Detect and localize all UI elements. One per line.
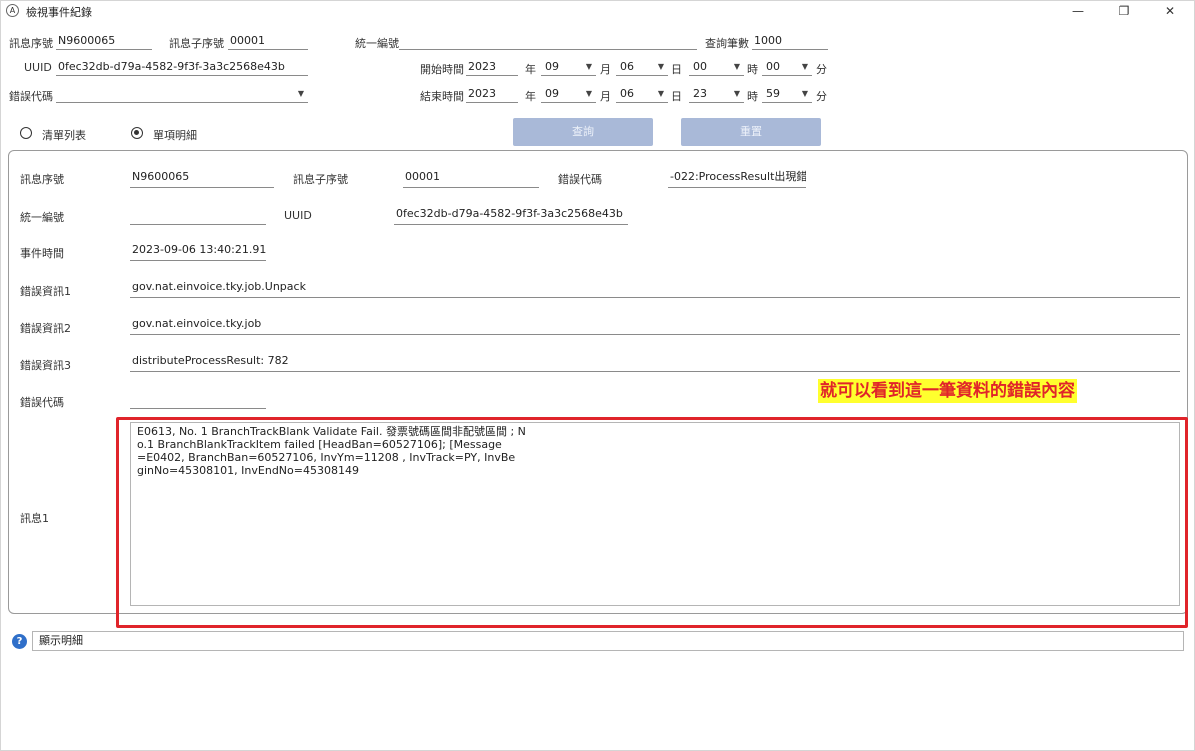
- reset-button[interactable]: 重置: [681, 118, 821, 146]
- chevron-down-icon: ▼: [733, 89, 740, 98]
- end-day-select[interactable]: 06 ▼: [616, 85, 668, 103]
- chevron-down-icon: ▼: [657, 62, 664, 71]
- search-msg-no-field[interactable]: N9600065: [56, 32, 152, 50]
- search-count-label: 查詢筆數: [705, 37, 749, 50]
- start-hour-value: 00: [693, 60, 707, 73]
- chevron-down-icon: ▼: [297, 89, 304, 98]
- detail-uuid-field[interactable]: 0fec32db-d79a-4582-9f3f-3a3c2568e43b: [394, 203, 628, 225]
- detail-event-time-label: 事件時間: [20, 247, 64, 260]
- search-tax-id-label: 統一編號: [355, 37, 399, 50]
- detail-error-code-field[interactable]: -022:ProcessResult出現錯: [668, 166, 806, 188]
- end-minute-select[interactable]: 59 ▼: [762, 85, 812, 103]
- end-month-select[interactable]: 09 ▼: [541, 85, 596, 103]
- search-sub-no-label: 訊息子序號: [169, 37, 224, 50]
- search-uuid-field[interactable]: 0fec32db-d79a-4582-9f3f-3a3c2568e43b: [56, 58, 308, 76]
- start-day-unit: 日: [671, 63, 682, 76]
- chevron-down-icon: ▼: [801, 62, 808, 71]
- end-day-unit: 日: [671, 90, 682, 103]
- chevron-down-icon: ▼: [657, 89, 664, 98]
- start-day-value: 06: [620, 60, 634, 73]
- search-sub-no-field[interactable]: 00001: [228, 32, 308, 50]
- annotation-highlight-box: [116, 417, 1188, 628]
- detail-sub-no-label: 訊息子序號: [293, 173, 348, 186]
- detail-event-time-field[interactable]: 2023-09-06 13:40:21.917: [130, 239, 266, 261]
- end-year-field[interactable]: 2023: [466, 85, 518, 103]
- detail-uuid-label: UUID: [284, 209, 312, 222]
- radio-detail-mode[interactable]: [131, 127, 143, 139]
- annotation-note: 就可以看到這一筆資料的錯誤內容: [818, 379, 1077, 403]
- chevron-down-icon: ▼: [733, 62, 740, 71]
- start-month-unit: 月: [600, 63, 611, 76]
- detail-err-info2-field[interactable]: gov.nat.einvoice.tky.job: [130, 313, 1180, 335]
- start-day-select[interactable]: 06 ▼: [616, 58, 668, 76]
- status-bar: 顯示明細: [32, 631, 1184, 651]
- detail-msg-no-label: 訊息序號: [20, 173, 64, 186]
- search-error-code-select[interactable]: ▼: [56, 85, 308, 103]
- help-icon[interactable]: ?: [12, 634, 27, 649]
- window-title: 檢視事件紀錄: [26, 6, 92, 19]
- start-month-select[interactable]: 09 ▼: [541, 58, 596, 76]
- detail-err-info3-field[interactable]: distributeProcessResult: 782: [130, 350, 1180, 372]
- start-month-value: 09: [545, 60, 559, 73]
- start-year-unit: 年: [525, 63, 536, 76]
- radio-list-mode[interactable]: [20, 127, 32, 139]
- title-bar: A 檢視事件紀錄 — ❐ ✕: [0, 0, 1195, 22]
- start-minute-unit: 分: [816, 63, 827, 76]
- detail-error-code2-label: 錯誤代碼: [20, 396, 64, 409]
- end-hour-unit: 時: [747, 90, 758, 103]
- detail-sub-no-field[interactable]: 00001: [403, 166, 539, 188]
- start-hour-unit: 時: [747, 63, 758, 76]
- detail-error-code-label: 錯誤代碼: [558, 173, 602, 186]
- detail-tax-id-label: 統一編號: [20, 211, 64, 224]
- search-msg-no-label: 訊息序號: [9, 37, 53, 50]
- app-icon: A: [6, 4, 19, 17]
- chevron-down-icon: ▼: [801, 89, 808, 98]
- end-year-unit: 年: [525, 90, 536, 103]
- end-minute-value: 59: [766, 87, 780, 100]
- detail-error-code2-field[interactable]: [130, 387, 266, 409]
- end-minute-unit: 分: [816, 90, 827, 103]
- restore-button[interactable]: ❐: [1101, 0, 1147, 22]
- search-error-code-label: 錯誤代碼: [9, 90, 53, 103]
- radio-detail-label: 單項明細: [153, 129, 197, 142]
- minimize-button[interactable]: —: [1055, 0, 1101, 22]
- query-button[interactable]: 查詢: [513, 118, 653, 146]
- start-time-label: 開始時間: [420, 63, 464, 76]
- search-count-field[interactable]: 1000: [752, 32, 828, 50]
- start-minute-value: 00: [766, 60, 780, 73]
- start-hour-select[interactable]: 00 ▼: [689, 58, 744, 76]
- chevron-down-icon: ▼: [585, 62, 592, 71]
- detail-err-info3-label: 錯誤資訊3: [20, 359, 71, 372]
- close-button[interactable]: ✕: [1147, 0, 1193, 22]
- detail-err-info1-field[interactable]: gov.nat.einvoice.tky.job.Unpack: [130, 276, 1180, 298]
- end-day-value: 06: [620, 87, 634, 100]
- chevron-down-icon: ▼: [585, 89, 592, 98]
- detail-err-info1-label: 錯誤資訊1: [20, 285, 71, 298]
- detail-err-info2-label: 錯誤資訊2: [20, 322, 71, 335]
- end-month-unit: 月: [600, 90, 611, 103]
- end-time-label: 結束時間: [420, 90, 464, 103]
- start-year-field[interactable]: 2023: [466, 58, 518, 76]
- detail-msg-no-field[interactable]: N9600065: [130, 166, 274, 188]
- end-month-value: 09: [545, 87, 559, 100]
- end-hour-select[interactable]: 23 ▼: [689, 85, 744, 103]
- detail-tax-id-field[interactable]: [130, 203, 266, 225]
- detail-message1-label: 訊息1: [20, 512, 49, 525]
- radio-list-label: 清單列表: [42, 129, 86, 142]
- search-tax-id-field[interactable]: [399, 32, 697, 50]
- start-minute-select[interactable]: 00 ▼: [762, 58, 812, 76]
- search-uuid-label: UUID: [24, 61, 52, 74]
- end-hour-value: 23: [693, 87, 707, 100]
